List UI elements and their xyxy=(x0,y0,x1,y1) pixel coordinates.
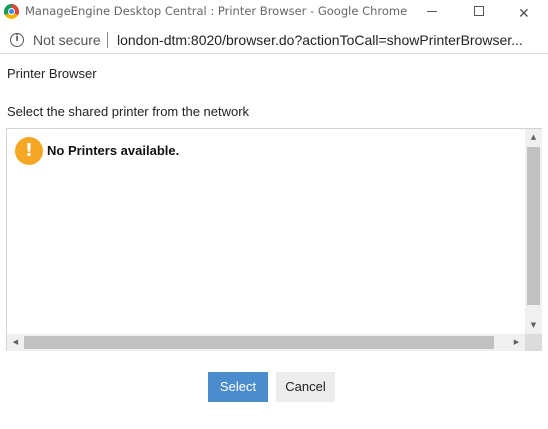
minimize-icon xyxy=(427,11,437,12)
instruction-text: Select the shared printer from the netwo… xyxy=(7,104,250,119)
select-button[interactable]: Select xyxy=(208,372,268,402)
close-icon: ✕ xyxy=(518,6,530,22)
address-separator xyxy=(107,32,108,48)
close-button[interactable]: ✕ xyxy=(502,0,548,24)
vertical-scroll-thumb[interactable] xyxy=(527,147,540,305)
chrome-logo-icon xyxy=(4,4,19,19)
maximize-icon xyxy=(474,6,484,16)
printer-list[interactable]: ! No Printers available. ▲ ▼ ◀ ▶ xyxy=(6,128,542,351)
url-field[interactable]: london-dtm:8020/browser.do?actionToCall=… xyxy=(117,32,537,48)
scroll-down-icon[interactable]: ▼ xyxy=(525,317,542,334)
page-title: Printer Browser xyxy=(7,66,97,81)
address-bar: i Not secure london-dtm:8020/browser.do?… xyxy=(0,26,548,54)
warning-icon: ! xyxy=(15,137,43,165)
empty-message: No Printers available. xyxy=(47,143,180,158)
horizontal-scroll-thumb[interactable] xyxy=(24,336,494,349)
scroll-up-icon[interactable]: ▲ xyxy=(525,129,542,146)
scrollbar-corner xyxy=(525,334,542,351)
scroll-right-icon[interactable]: ▶ xyxy=(508,334,525,351)
cancel-button[interactable]: Cancel xyxy=(276,372,335,402)
title-bar: ManageEngine Desktop Central : Printer B… xyxy=(0,0,548,24)
info-icon[interactable]: i xyxy=(10,33,24,47)
minimize-button[interactable] xyxy=(409,0,455,24)
security-indicator[interactable]: Not secure xyxy=(33,32,101,48)
vertical-scrollbar[interactable]: ▲ ▼ xyxy=(525,129,542,334)
horizontal-scrollbar[interactable]: ◀ ▶ xyxy=(7,334,525,351)
scroll-left-icon[interactable]: ◀ xyxy=(7,334,24,351)
window-title: ManageEngine Desktop Central : Printer B… xyxy=(25,4,408,18)
maximize-button[interactable] xyxy=(456,0,502,24)
